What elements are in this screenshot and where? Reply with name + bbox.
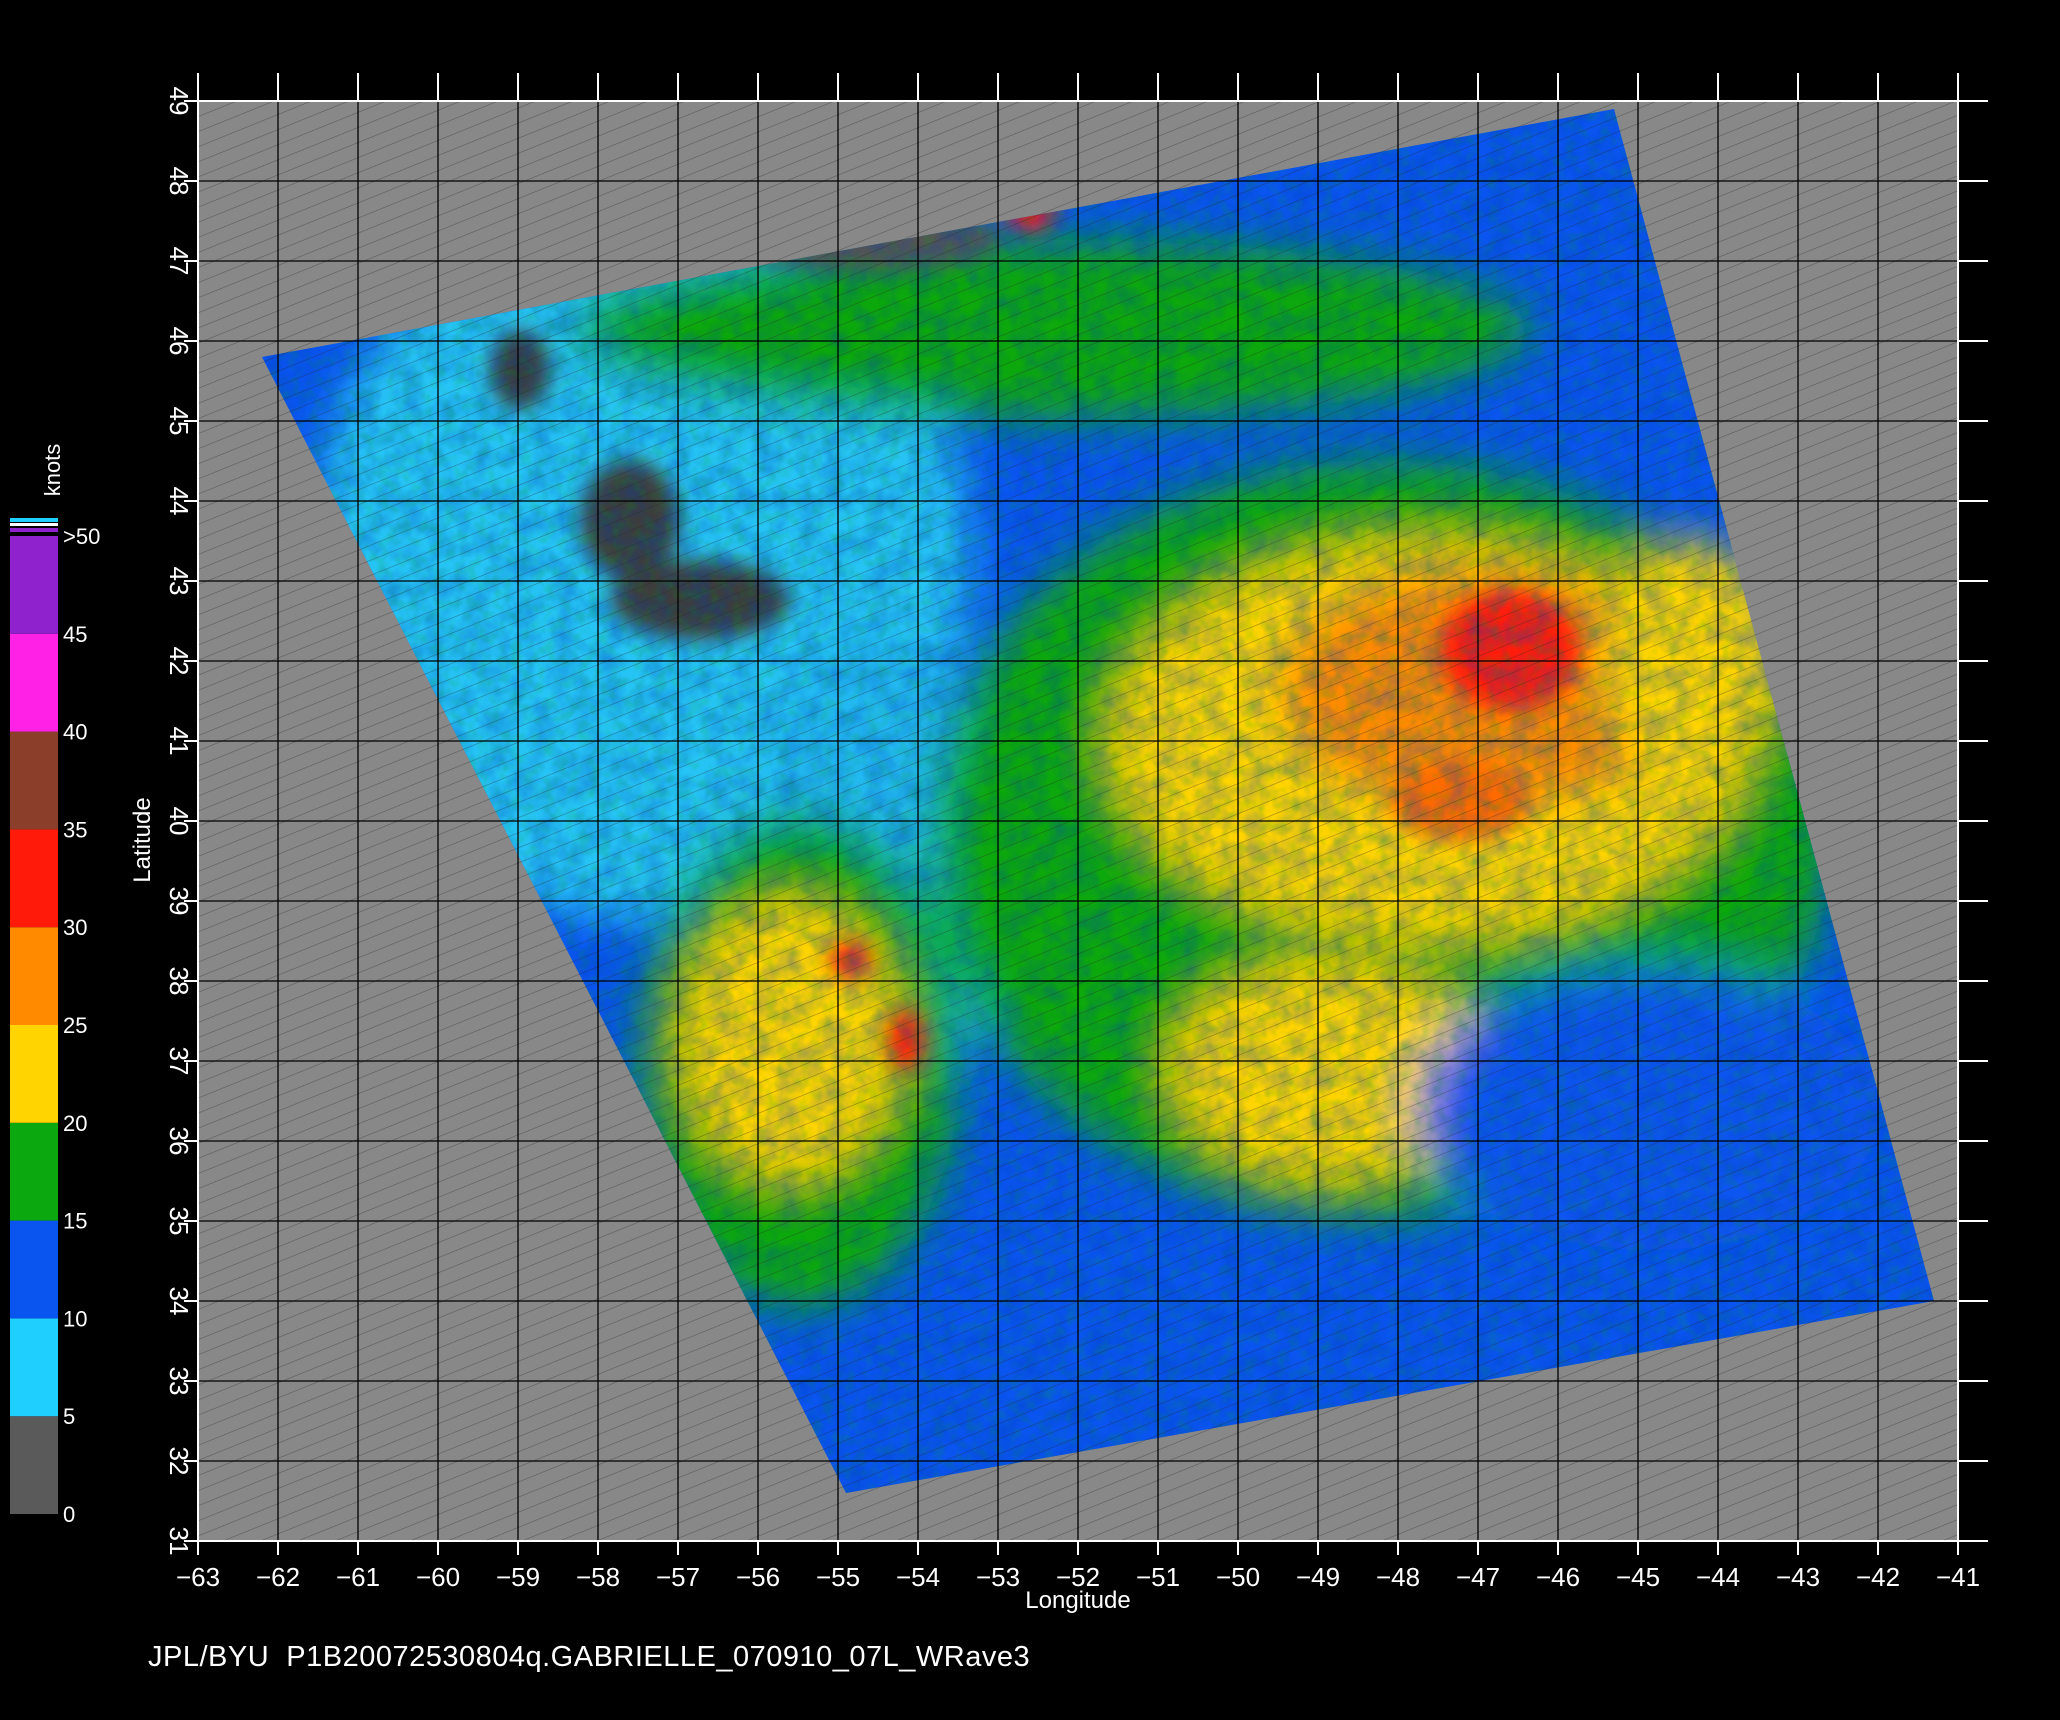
y-tick-label: 49 [164,87,194,116]
y-tick-label: 46 [164,327,194,356]
x-axis-title: Longitude [1025,1587,1130,1614]
y-tick-label: 34 [164,1287,194,1316]
colorbar-band [10,1220,58,1319]
x-tick-label: −59 [496,1562,540,1592]
x-tick-label: −47 [1456,1562,1500,1592]
y-tick-label: 43 [164,567,194,596]
y-tick-label: 47 [164,247,194,276]
x-tick-label: −50 [1216,1562,1260,1592]
y-tick-label: 38 [164,967,194,996]
y-tick-label: 44 [164,487,194,516]
x-tick-label: −53 [976,1562,1020,1592]
colorbar-label: 45 [63,622,87,647]
wind-map: −63 −62 −61 −60 −59 −58 −57 −56 −55 −54 −53 −52 −51−… [10,73,1988,1614]
x-tick-label: −54 [896,1562,940,1592]
x-tick-label: −63 [176,1562,220,1592]
x-tick-label: −48 [1376,1562,1420,1592]
colorbar-band [10,829,58,928]
colorbar-band [10,1122,58,1221]
colorbar-labels: 0 5 10 15 20 25 30 35 40 45 >50 [63,524,100,1527]
x-tick-label: −60 [416,1562,460,1592]
colorbar-band [10,927,58,1025]
colorbar-label: 15 [63,1209,87,1234]
x-tick-label: −57 [656,1562,700,1592]
x-tick-label: −42 [1856,1562,1900,1592]
x-tick-label: −46 [1536,1562,1580,1592]
x-tick-label: −49 [1296,1562,1340,1592]
colorbar-label: 20 [63,1111,87,1136]
colorbar-band [10,1416,58,1514]
y-tick-label: 33 [164,1367,194,1396]
y-tick-label: 40 [164,807,194,836]
colorbar-bands [10,518,58,1514]
x-tick-label: −61 [336,1562,380,1592]
colorbar-label: 5 [63,1404,75,1429]
colorbar-cap [10,528,58,532]
colorbar-band [10,1318,58,1417]
y-tick-label: 36 [164,1127,194,1156]
colorbar-cap [10,518,58,522]
colorbar-label: 30 [63,915,87,940]
plot-area [198,101,1958,1541]
colorbar-label: 0 [63,1502,75,1527]
x-tick-label: −55 [816,1562,860,1592]
y-tick-label: 31 [164,1527,194,1556]
colorbar-cap [10,523,58,526]
x-tick-label: −56 [736,1562,780,1592]
colorbar-label: 40 [63,720,87,745]
colorbar-label: 25 [63,1013,87,1038]
y-tick-label: 41 [164,727,194,756]
x-tick-label: −62 [256,1562,300,1592]
x-tick-label: −58 [576,1562,620,1592]
colorbar-label: 10 [63,1306,87,1331]
colorbar-label: 35 [63,817,87,842]
colorbar-label: >50 [63,524,100,549]
colorbar-title: knots [40,444,65,497]
x-tick-label: −41 [1936,1562,1980,1592]
y-tick-label: 42 [164,647,194,676]
y-axis-title: Latitude [129,797,156,882]
colorbar-band [10,1025,58,1123]
y-tick-label: 39 [164,887,194,916]
colorbar-band [10,536,58,634]
x-tick-label: −43 [1776,1562,1820,1592]
colorbar-band [10,633,58,732]
y-tick-label: 37 [164,1047,194,1076]
x-tick-label: −44 [1696,1562,1740,1592]
y-tick-label: 45 [164,407,194,436]
colorbar-band [10,731,58,830]
x-tick-label: −51 [1136,1562,1180,1592]
y-tick-label: 32 [164,1447,194,1476]
colorbar: knots 0 5 10 15 20 25 30 35 40 45 >50 [10,444,100,1527]
x-tick-label: −45 [1616,1562,1660,1592]
y-tick-label: 35 [164,1207,194,1236]
source-footer: JPL/BYU P1B20072530804q.GABRIELLE_070910… [148,1641,1031,1673]
y-tick-label: 48 [164,167,194,196]
